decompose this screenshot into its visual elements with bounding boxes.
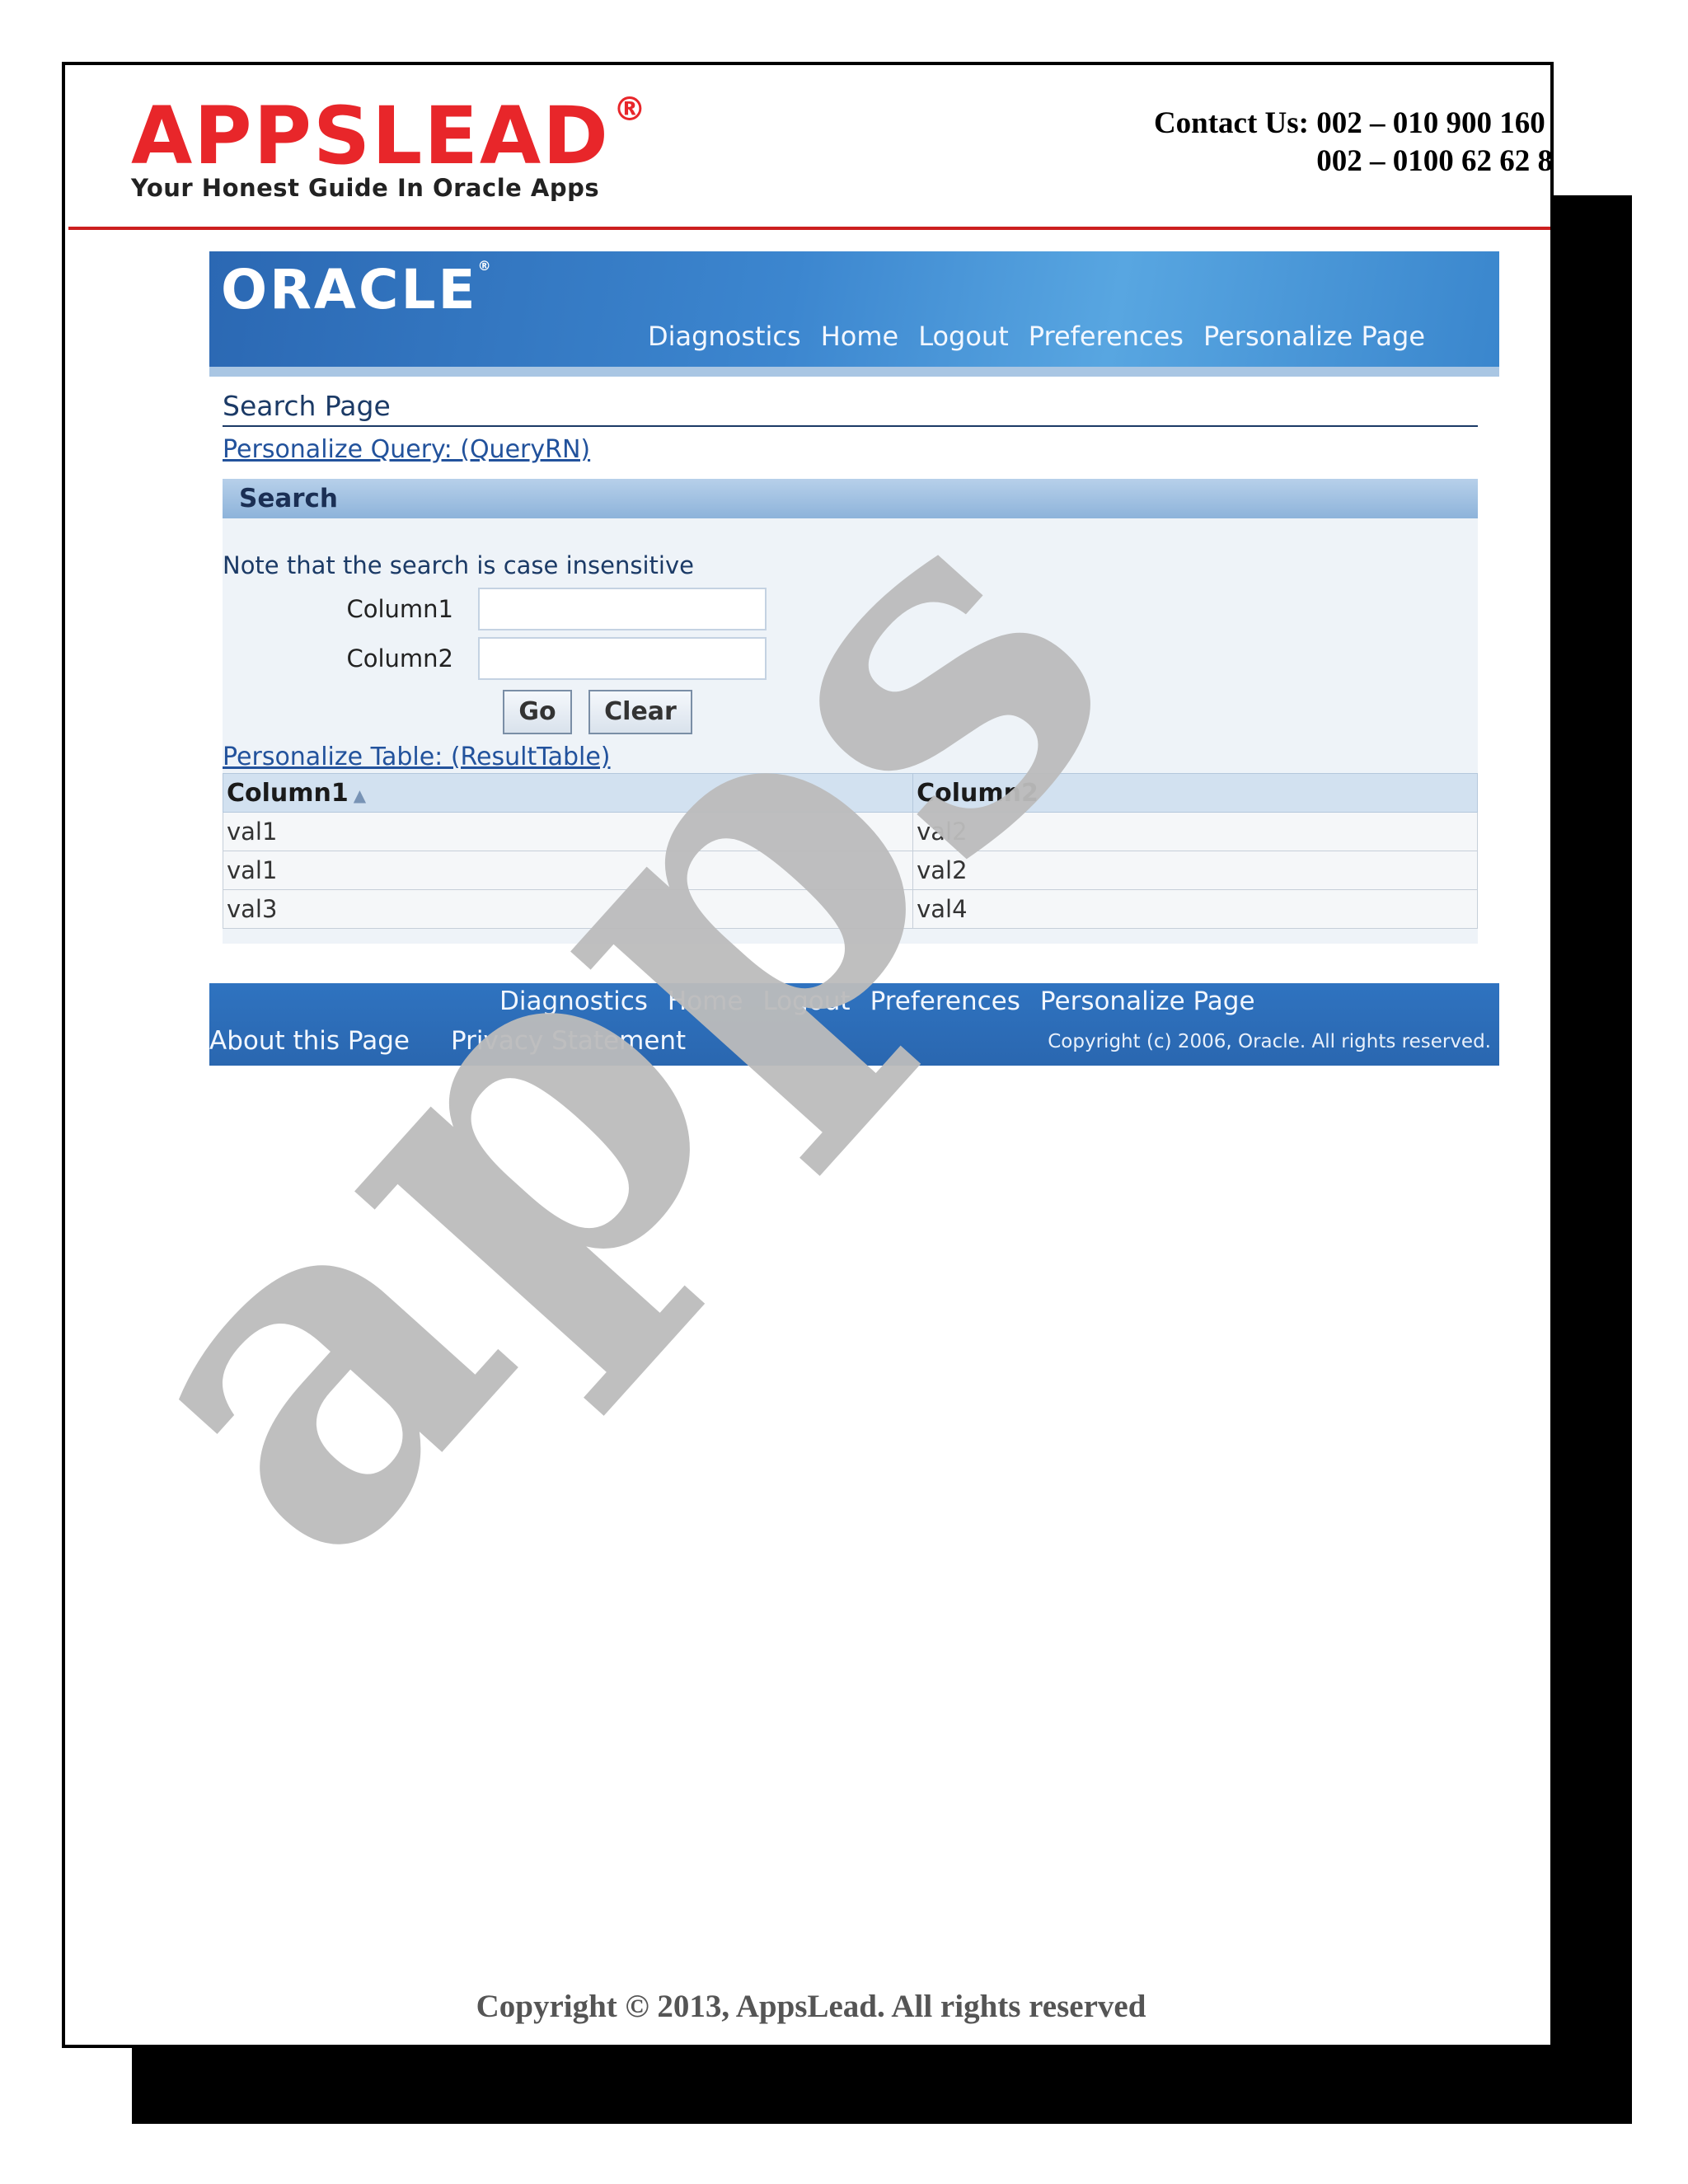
footer-link-diagnostics[interactable]: Diagnostics (499, 987, 648, 1016)
search-header: Search (223, 479, 1478, 518)
global-link-personalize-page[interactable]: Personalize Page (1203, 321, 1425, 352)
table-header-row: Column1 ▲ Column2 (222, 773, 1478, 813)
personalize-query-link[interactable]: Personalize Query: (QueryRN) (223, 435, 1499, 464)
table-cell: val2 (912, 812, 1478, 851)
table-row: val1 val2 (222, 851, 1478, 890)
oracle-footer: Diagnostics Home Logout Preferences Pers… (209, 983, 1499, 1066)
contact-line-1: Contact Us: 002 – 010 900 160 23 (1153, 106, 1554, 140)
brand-name: APPSLEAD (131, 90, 610, 182)
appslead-logo: APPSLEAD ® Your Honest Guide In Oracle Ap… (131, 90, 648, 202)
table-row: val1 val2 (222, 812, 1478, 851)
global-links: Diagnostics Home Logout Preferences Pers… (648, 321, 1425, 352)
footer-link-logout[interactable]: Logout (762, 987, 850, 1016)
column2-label: Column2 (346, 644, 453, 673)
global-link-logout[interactable]: Logout (918, 321, 1009, 352)
privacy-statement-link[interactable]: Privacy Statement (451, 1026, 686, 1056)
header-divider (68, 227, 1550, 230)
about-this-page-link[interactable]: About this Page (209, 1026, 410, 1056)
registered-mark: ® (612, 91, 648, 129)
column1-header[interactable]: Column1 ▲ (222, 773, 914, 813)
global-link-diagnostics[interactable]: Diagnostics (648, 321, 801, 352)
document-copyright: Copyright © 2013, AppsLead. All rights r… (476, 1989, 1146, 2024)
global-link-preferences[interactable]: Preferences (1029, 321, 1184, 352)
personalize-table-link[interactable]: Personalize Table: (ResultTable) (223, 743, 1478, 771)
column1-label: Column1 (346, 595, 453, 623)
global-link-home[interactable]: Home (821, 321, 899, 352)
table-cell: val1 (222, 851, 914, 890)
clear-button[interactable]: Clear (588, 690, 692, 734)
column1-input[interactable] (478, 588, 767, 630)
sort-ascending-icon: ▲ (353, 785, 367, 805)
go-button[interactable]: Go (503, 690, 572, 734)
search-buttons: Go Clear (223, 690, 1478, 734)
contact-line-2: 002 – 0100 62 62 837 (1316, 144, 1553, 178)
oracle-app-screenshot: ORACLE® Diagnostics Home Logout Preferen… (209, 251, 1499, 1066)
table-row: val3 val4 (222, 889, 1478, 929)
footer-link-personalize-page[interactable]: Personalize Page (1040, 987, 1255, 1016)
banner-strip (209, 367, 1499, 377)
results-table: Column1 ▲ Column2 val1 val2 val1 val2 val… (222, 773, 1478, 929)
field-row-column1: Column1 (223, 584, 1478, 634)
table-cell: val1 (222, 812, 914, 851)
case-insensitive-note: Note that the search is case insensitive (223, 551, 694, 579)
document-page: APPSLEAD ® Your Honest Guide In Oracle Ap… (62, 62, 1554, 2048)
page-title: Search Page (223, 390, 1478, 427)
table-cell: val4 (912, 889, 1478, 929)
table-cell: val3 (222, 889, 914, 929)
footer-info-links: About this Page Privacy Statement (209, 1026, 686, 1056)
footer-link-preferences[interactable]: Preferences (870, 987, 1020, 1016)
table-cell: val2 (912, 851, 1478, 890)
brand-tagline: Your Honest Guide In Oracle Apps (131, 174, 600, 202)
column2-input[interactable] (478, 637, 767, 680)
oracle-copyright: Copyright (c) 2006, Oracle. All rights r… (1048, 1031, 1491, 1052)
contact-info: Contact Us: 002 – 010 900 160 23 002 – 0… (842, 105, 1554, 180)
column2-header[interactable]: Column2 (912, 773, 1478, 813)
oracle-logo: ORACLE® (221, 258, 494, 321)
field-row-column2: Column2 (223, 634, 1478, 683)
footer-global-links: Diagnostics Home Logout Preferences Pers… (499, 987, 1255, 1016)
oracle-banner: ORACLE® Diagnostics Home Logout Preferen… (209, 251, 1499, 367)
footer-link-home[interactable]: Home (668, 987, 743, 1016)
search-region: Search Note that the search is case inse… (222, 479, 1478, 944)
